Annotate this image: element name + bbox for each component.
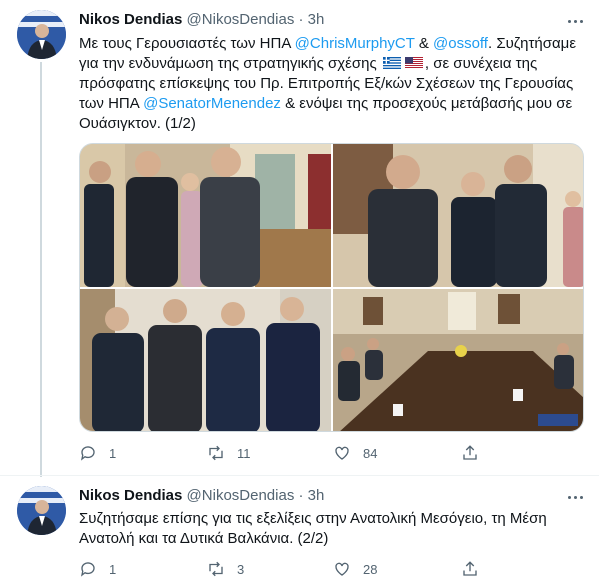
reply-button[interactable]: 1 — [79, 560, 116, 578]
photo-4[interactable] — [333, 289, 583, 431]
avatar[interactable] — [17, 486, 66, 535]
text-segment: Με τους Γερουσιαστές των ΗΠΑ — [79, 35, 295, 52]
like-button[interactable]: 84 — [333, 444, 377, 462]
tweet-text: Συζητήσαμε επίσης για τις εξελίξεις στην… — [79, 509, 584, 549]
share-icon — [463, 445, 477, 460]
retweet-button[interactable]: 11 — [207, 444, 251, 462]
reply-count: 1 — [109, 445, 117, 461]
photo-1[interactable] — [80, 144, 331, 287]
heart-icon — [335, 562, 349, 576]
photo-2[interactable] — [333, 144, 583, 287]
retweet-icon — [209, 561, 223, 577]
like-count: 84 — [363, 445, 378, 461]
reply-button[interactable]: 1 — [79, 444, 116, 462]
tweet-2[interactable]: Nikos Dendias @NikosDendias · 3h Συζητήσ… — [0, 476, 599, 586]
mention-link[interactable]: @ChrisMurphyCT — [295, 35, 415, 52]
more-icon[interactable] — [565, 490, 585, 504]
share-button[interactable] — [461, 560, 479, 578]
photo-grid — [79, 143, 584, 432]
tweet-text: Με τους Γερουσιαστές των ΗΠΑ @ChrisMurph… — [79, 34, 584, 134]
retweet-count: 3 — [237, 561, 245, 577]
mention-link[interactable]: @SenatorMenendez — [143, 95, 281, 112]
retweet-button[interactable]: 3 — [207, 560, 244, 578]
photo-3[interactable] — [80, 289, 331, 431]
avatar[interactable] — [17, 10, 66, 59]
author-name[interactable]: Nikos Dendias — [79, 11, 182, 28]
usa-flag-icon — [404, 57, 423, 69]
timestamp[interactable]: 3h — [308, 487, 325, 504]
timestamp[interactable]: 3h — [308, 11, 325, 28]
like-button[interactable]: 28 — [333, 560, 377, 578]
heart-icon — [335, 446, 349, 460]
mention-link[interactable]: @ossoff — [433, 35, 488, 52]
retweet-count: 11 — [237, 445, 251, 461]
tweet-1[interactable]: Nikos Dendias @NikosDendias · 3h Με τους… — [0, 0, 599, 475]
author-handle[interactable]: @NikosDendias — [187, 487, 295, 504]
author-handle[interactable]: @NikosDendias — [187, 11, 295, 28]
separator-dot: · — [298, 487, 304, 504]
reply-icon — [80, 446, 95, 461]
retweet-icon — [209, 445, 223, 461]
more-icon[interactable] — [565, 14, 585, 28]
share-icon — [463, 561, 477, 576]
reply-count: 1 — [109, 561, 117, 577]
text-segment: & — [414, 35, 433, 52]
like-count: 28 — [363, 561, 378, 577]
greece-flag-icon — [382, 57, 401, 69]
text-segment: Συζητήσαμε επίσης για τις εξελίξεις στην… — [79, 510, 547, 547]
share-button[interactable] — [461, 444, 479, 462]
reply-icon — [80, 562, 95, 577]
separator-dot: · — [298, 11, 304, 28]
author-name[interactable]: Nikos Dendias — [79, 487, 182, 504]
